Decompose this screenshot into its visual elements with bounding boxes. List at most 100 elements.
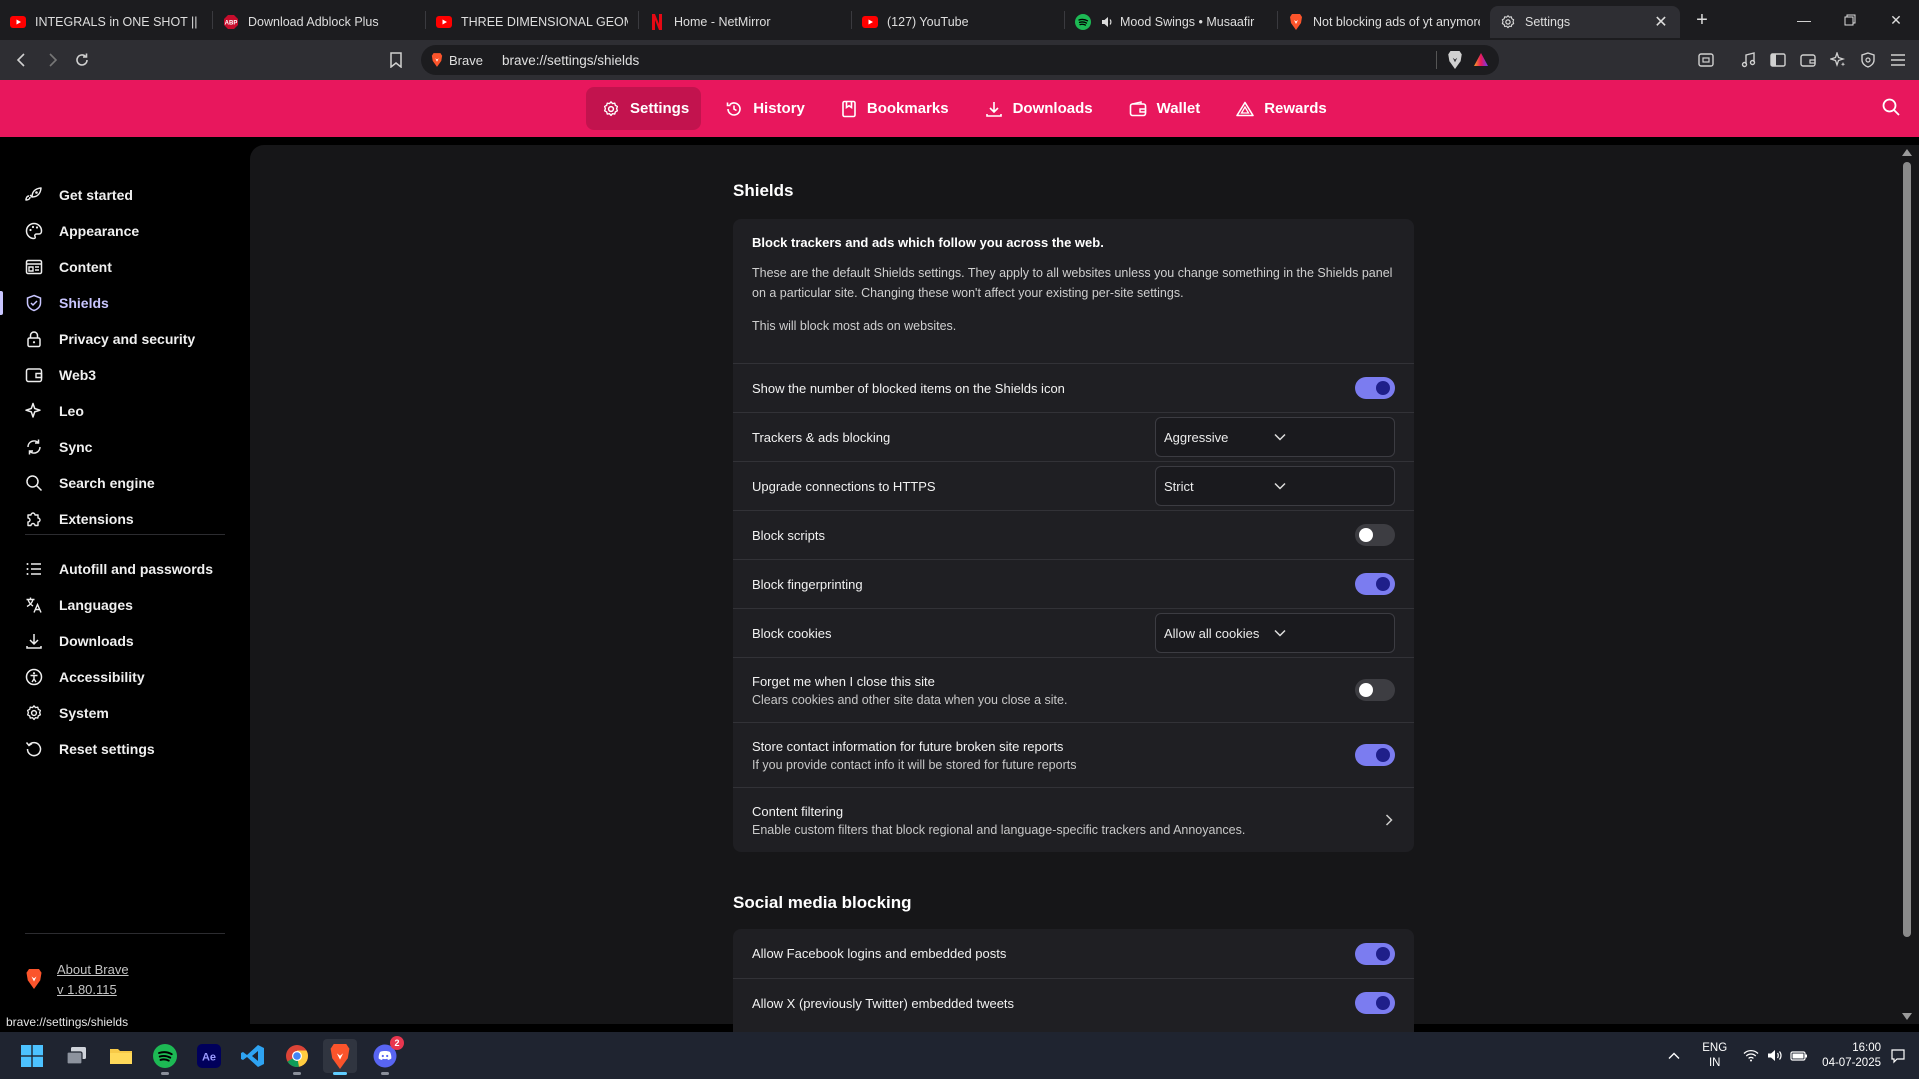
sidebar-item-extensions[interactable]: Extensions: [0, 499, 245, 539]
section-title-social: Social media blocking: [733, 893, 912, 912]
sidebar-item-downloads[interactable]: Downloads: [0, 621, 245, 661]
search-settings-icon[interactable]: [1881, 97, 1901, 117]
tab-brave-community[interactable]: Not blocking ads of yt anymore: [1278, 6, 1490, 38]
language-indicator[interactable]: ENG IN: [1702, 1041, 1727, 1071]
brand-label: Brave: [449, 52, 483, 68]
tab-spotify[interactable]: Mood Swings • Musaafir: [1065, 6, 1277, 38]
sidebar-item-content[interactable]: Content: [0, 247, 245, 287]
address-bar[interactable]: Brave brave://settings/shields: [421, 45, 1499, 75]
fingerprinting-toggle[interactable]: [1355, 573, 1395, 595]
header-nav: Settings History Bookmarks Downloads Wal…: [586, 87, 1339, 130]
nav-rewards[interactable]: Rewards: [1220, 87, 1339, 130]
vpn-shield-icon[interactable]: [1853, 45, 1883, 75]
chevron-up-icon[interactable]: [1668, 1052, 1680, 1060]
sidebar-item-sync[interactable]: Sync: [0, 427, 245, 467]
media-playlist-icon[interactable]: [1733, 45, 1763, 75]
setting-label: Allow Facebook logins and embedded posts: [752, 946, 1007, 961]
twitter-toggle[interactable]: [1355, 992, 1395, 1014]
tab-youtube[interactable]: (127) YouTube: [852, 6, 1064, 38]
tab-adblock[interactable]: ABP Download Adblock Plus: [213, 6, 425, 38]
clock[interactable]: 16:00 04-07-2025: [1822, 1041, 1881, 1071]
volume-icon[interactable]: [1767, 1049, 1782, 1062]
wallet-icon[interactable]: [1793, 45, 1823, 75]
task-view-icon[interactable]: [60, 1039, 94, 1073]
after-effects-icon[interactable]: Ae: [192, 1039, 226, 1073]
toggle-knob: [1376, 996, 1390, 1010]
nav-history[interactable]: History: [709, 87, 817, 130]
restore-button[interactable]: [1827, 0, 1873, 40]
about-brave-link[interactable]: About Brave v 1.80.115: [25, 960, 129, 1000]
new-tab-button[interactable]: +: [1686, 4, 1718, 36]
nav-wallet[interactable]: Wallet: [1113, 87, 1213, 130]
sidebar-item-autofill[interactable]: Autofill and passwords: [0, 549, 245, 589]
notifications-icon[interactable]: [1891, 1048, 1905, 1064]
battery-icon[interactable]: [1790, 1050, 1808, 1062]
sidebar-item-label: Shields: [59, 295, 109, 311]
brave-browser-icon[interactable]: [323, 1039, 357, 1075]
sidebar-item-accessibility[interactable]: Accessibility: [0, 657, 245, 697]
block-cookies-select[interactable]: Allow all cookies: [1155, 613, 1395, 653]
forward-button[interactable]: [37, 45, 67, 75]
rewards-triangle-icon[interactable]: [1473, 52, 1489, 68]
wallet-icon: [25, 367, 59, 383]
scroll-down-arrow[interactable]: [1902, 1013, 1912, 1020]
sidebar-item-languages[interactable]: Languages: [0, 585, 245, 625]
sidebar-divider: [25, 933, 225, 934]
sidebar-item-system[interactable]: System: [0, 693, 245, 733]
sidebar-item-appearance[interactable]: Appearance: [0, 211, 245, 251]
scroll-thumb[interactable]: [1903, 162, 1911, 937]
brave-shields-icon[interactable]: [1447, 51, 1463, 69]
show-count-toggle[interactable]: [1355, 377, 1395, 399]
chrome-icon[interactable]: [280, 1039, 314, 1075]
menu-icon[interactable]: [1883, 45, 1913, 75]
tab-integrals[interactable]: INTEGRALS in ONE SHOT || Full: [0, 6, 212, 38]
nav-bookmarks[interactable]: Bookmarks: [825, 87, 961, 130]
bookmark-page-button[interactable]: [381, 45, 411, 75]
close-window-button[interactable]: ✕: [1873, 0, 1919, 40]
sidebar-item-search-engine[interactable]: Search engine: [0, 463, 245, 503]
back-button[interactable]: [7, 45, 37, 75]
tab-settings[interactable]: Settings ✕: [1490, 6, 1680, 38]
tab-netmirror[interactable]: Home - NetMirror: [639, 6, 851, 38]
minimize-button[interactable]: —: [1781, 0, 1827, 40]
nav-label: History: [753, 100, 805, 117]
main-scrollbar[interactable]: [1899, 145, 1919, 1024]
sidebar-item-get-started[interactable]: Get started: [0, 175, 245, 215]
sidebar-item-leo[interactable]: Leo: [0, 391, 245, 431]
sidebar-item-web3[interactable]: Web3: [0, 355, 245, 395]
spotify-icon[interactable]: [148, 1039, 182, 1075]
discord-icon[interactable]: 2: [368, 1036, 404, 1075]
netflix-icon: [649, 14, 665, 30]
toolbar: Brave brave://settings/shields: [0, 40, 1919, 80]
setting-row-content-filtering[interactable]: Content filtering Enable custom filters …: [733, 787, 1414, 852]
https-upgrade-select[interactable]: Strict: [1155, 466, 1395, 506]
screenshot-icon[interactable]: [1691, 45, 1721, 75]
sidebar-item-shields[interactable]: Shields: [0, 283, 245, 323]
palette-icon: [25, 222, 59, 240]
tab-3d-geometry[interactable]: THREE DIMENSIONAL GEOMET: [426, 6, 638, 38]
vscode-icon[interactable]: [236, 1039, 270, 1073]
nav-downloads[interactable]: Downloads: [969, 87, 1105, 130]
nav-settings[interactable]: Settings: [586, 87, 702, 130]
sidebar-item-reset[interactable]: Reset settings: [0, 729, 245, 769]
sidebar-item-privacy[interactable]: Privacy and security: [0, 319, 245, 359]
wifi-icon[interactable]: [1743, 1049, 1759, 1062]
scroll-up-arrow[interactable]: [1902, 149, 1912, 156]
url-text[interactable]: brave://settings/shields: [502, 53, 639, 68]
forget-me-toggle[interactable]: [1355, 679, 1395, 701]
nav-label: Wallet: [1156, 100, 1201, 117]
select-value: Strict: [1164, 478, 1194, 494]
site-identity[interactable]: Brave: [431, 53, 483, 68]
windows-start-icon[interactable]: [15, 1039, 49, 1073]
speaker-icon[interactable]: [1100, 15, 1114, 29]
close-tab-icon[interactable]: ✕: [1652, 13, 1670, 31]
reload-button[interactable]: [67, 45, 97, 75]
facebook-toggle[interactable]: [1355, 942, 1395, 965]
setting-row-trackers: Trackers & ads blocking Aggressive: [733, 412, 1414, 461]
file-explorer-icon[interactable]: [104, 1039, 138, 1073]
leo-ai-icon[interactable]: [1823, 45, 1853, 75]
store-contact-toggle[interactable]: [1355, 744, 1395, 766]
block-scripts-toggle[interactable]: [1355, 524, 1395, 546]
sidebar-toggle-icon[interactable]: [1763, 45, 1793, 75]
trackers-blocking-select[interactable]: Aggressive: [1155, 417, 1395, 457]
